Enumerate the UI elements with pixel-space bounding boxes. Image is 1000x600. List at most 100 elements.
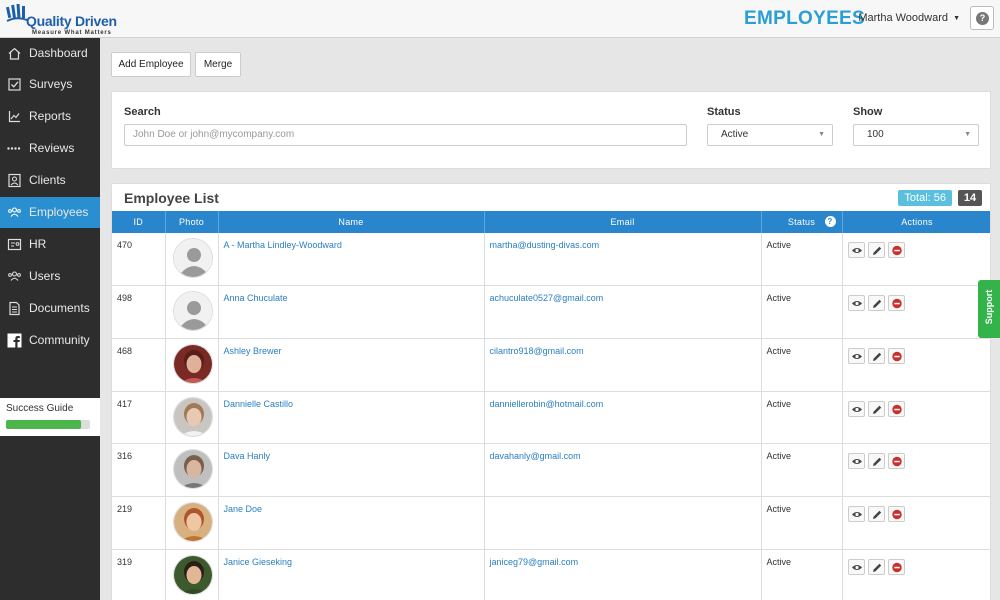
- view-button[interactable]: [847, 558, 865, 575]
- edit-button[interactable]: [867, 242, 885, 258]
- chart-icon: [8, 111, 20, 123]
- employee-actions: [842, 233, 990, 287]
- column-header-name[interactable]: Name: [218, 211, 485, 233]
- select-arrow-icon: ▼: [964, 131, 971, 138]
- caret-down-icon: ▼: [953, 14, 960, 22]
- support-tab[interactable]: Support: [978, 280, 1000, 338]
- user-name: Martha Woodward: [858, 12, 948, 24]
- employee-actions: [842, 496, 990, 550]
- employee-status: Active: [761, 233, 843, 287]
- sidebar-item-label: Employees: [29, 205, 89, 219]
- employee-email-link[interactable]: davahanly@gmail.com: [484, 443, 762, 497]
- employee-email-link[interactable]: danniellerobin@hotmail.com: [484, 391, 762, 445]
- show-select[interactable]: 100 ▼: [853, 124, 979, 146]
- sidebar-item-users[interactable]: Users: [0, 261, 100, 292]
- add-employee-button[interactable]: Add Employee: [111, 52, 191, 77]
- search-label: Search: [124, 106, 161, 118]
- select-arrow-icon: ▼: [818, 131, 825, 138]
- user-menu[interactable]: Martha Woodward ▼: [858, 12, 960, 24]
- column-header-email[interactable]: Email: [484, 211, 762, 233]
- sidebar-item-label: Clients: [29, 173, 66, 187]
- sidebar-item-label: Documents: [29, 301, 90, 315]
- table-row: 468 Ashley Brewer cilantro918@gmail.com …: [112, 338, 990, 392]
- avatar[interactable]: [172, 238, 213, 278]
- page-title: EMPLOYEES: [744, 8, 865, 29]
- delete-button[interactable]: [887, 242, 905, 258]
- sidebar-item-hr[interactable]: HR: [0, 229, 100, 260]
- edit-button[interactable]: [867, 400, 885, 417]
- sidebar-item-reports[interactable]: Reports: [0, 101, 100, 132]
- employee-email-link[interactable]: cilantro918@gmail.com: [484, 338, 762, 392]
- status-help-icon[interactable]: ?: [824, 216, 836, 227]
- table-row: 319 Janice Gieseking janiceg79@gmail.com…: [112, 549, 990, 600]
- sidebar-item-surveys[interactable]: Surveys: [0, 69, 100, 100]
- success-guide-progress-fill: [6, 420, 81, 429]
- sidebar-item-clients[interactable]: Clients: [0, 165, 100, 196]
- view-button[interactable]: [847, 242, 865, 258]
- column-header-status-label: Status: [787, 217, 816, 227]
- sidebar-item-label: Dashboard: [29, 46, 88, 60]
- merge-button[interactable]: Merge: [195, 52, 241, 77]
- employee-name-link[interactable]: Ashley Brewer: [218, 338, 485, 392]
- employee-name-link[interactable]: Anna Chuculate: [218, 285, 485, 339]
- view-button[interactable]: [847, 400, 865, 417]
- sidebar-item-documents[interactable]: Documents: [0, 293, 100, 324]
- edit-button[interactable]: [867, 558, 885, 575]
- employee-name-link[interactable]: Dannielle Castillo: [218, 391, 485, 445]
- quality-driven-logo[interactable]: Quality Driven Measure What Matters: [6, 2, 117, 36]
- success-guide[interactable]: Success Guide: [0, 398, 100, 436]
- employee-email-link[interactable]: achuculate0527@gmail.com: [484, 285, 762, 339]
- view-button[interactable]: [847, 505, 865, 522]
- success-guide-progress: [6, 420, 90, 429]
- search-input[interactable]: John Doe or john@mycompany.com: [124, 124, 687, 146]
- delete-button[interactable]: [887, 505, 905, 522]
- logo-text: Quality Driven: [26, 13, 117, 29]
- employee-status: Active: [761, 496, 843, 550]
- edit-button[interactable]: [867, 505, 885, 522]
- employee-id: 498: [112, 285, 166, 339]
- edit-button[interactable]: [867, 453, 885, 470]
- employee-email-link[interactable]: martha@dusting-divas.com: [484, 233, 762, 287]
- employee-actions: [842, 285, 990, 339]
- column-header-id[interactable]: ID: [112, 211, 166, 233]
- table-row: 219 Jane Doe Active: [112, 496, 990, 550]
- sidebar-item-employees[interactable]: Employees: [0, 197, 100, 228]
- employee-status: Active: [761, 549, 843, 600]
- sidebar-item-dashboard[interactable]: Dashboard: [0, 38, 100, 69]
- help-button[interactable]: ?: [970, 6, 994, 30]
- column-header-status[interactable]: Status ?: [761, 211, 843, 233]
- avatar[interactable]: [172, 291, 213, 332]
- employee-name-link[interactable]: Dava Hanly: [218, 443, 485, 497]
- avatar[interactable]: [172, 554, 213, 595]
- avatar[interactable]: [172, 501, 213, 542]
- delete-button[interactable]: [887, 295, 905, 312]
- employee-name-link[interactable]: Janice Gieseking: [218, 549, 485, 600]
- avatar[interactable]: [172, 396, 213, 437]
- delete-button[interactable]: [887, 558, 905, 575]
- success-guide-label: Success Guide: [6, 403, 74, 414]
- document-icon: [9, 301, 20, 316]
- employee-name-link[interactable]: Jane Doe: [218, 496, 485, 550]
- sidebar-item-label: Users: [29, 269, 61, 283]
- delete-button[interactable]: [887, 453, 905, 470]
- view-button[interactable]: [847, 453, 865, 470]
- avatar[interactable]: [172, 449, 213, 490]
- total-badge: Total: 56: [898, 190, 952, 206]
- delete-button[interactable]: [887, 347, 905, 364]
- edit-button[interactable]: [867, 295, 885, 312]
- employee-email-link[interactable]: janiceg79@gmail.com: [484, 549, 762, 600]
- count-badge: 14: [958, 190, 982, 206]
- employee-email-link[interactable]: [484, 496, 762, 550]
- view-button[interactable]: [847, 295, 865, 312]
- sidebar-item-reviews[interactable]: Reviews: [0, 133, 100, 164]
- employee-photo-cell: [165, 391, 219, 445]
- employee-name-link[interactable]: A - Martha Lindley-Woodward: [218, 233, 485, 287]
- sidebar-item-community[interactable]: Community: [0, 325, 100, 356]
- delete-button[interactable]: [887, 400, 905, 417]
- status-label: Status: [707, 106, 741, 118]
- status-select[interactable]: Active ▼: [707, 124, 833, 146]
- avatar[interactable]: [172, 343, 213, 384]
- sidebar: Dashboard Surveys Reports Reviews Client…: [0, 38, 100, 600]
- edit-button[interactable]: [867, 347, 885, 364]
- view-button[interactable]: [847, 347, 865, 364]
